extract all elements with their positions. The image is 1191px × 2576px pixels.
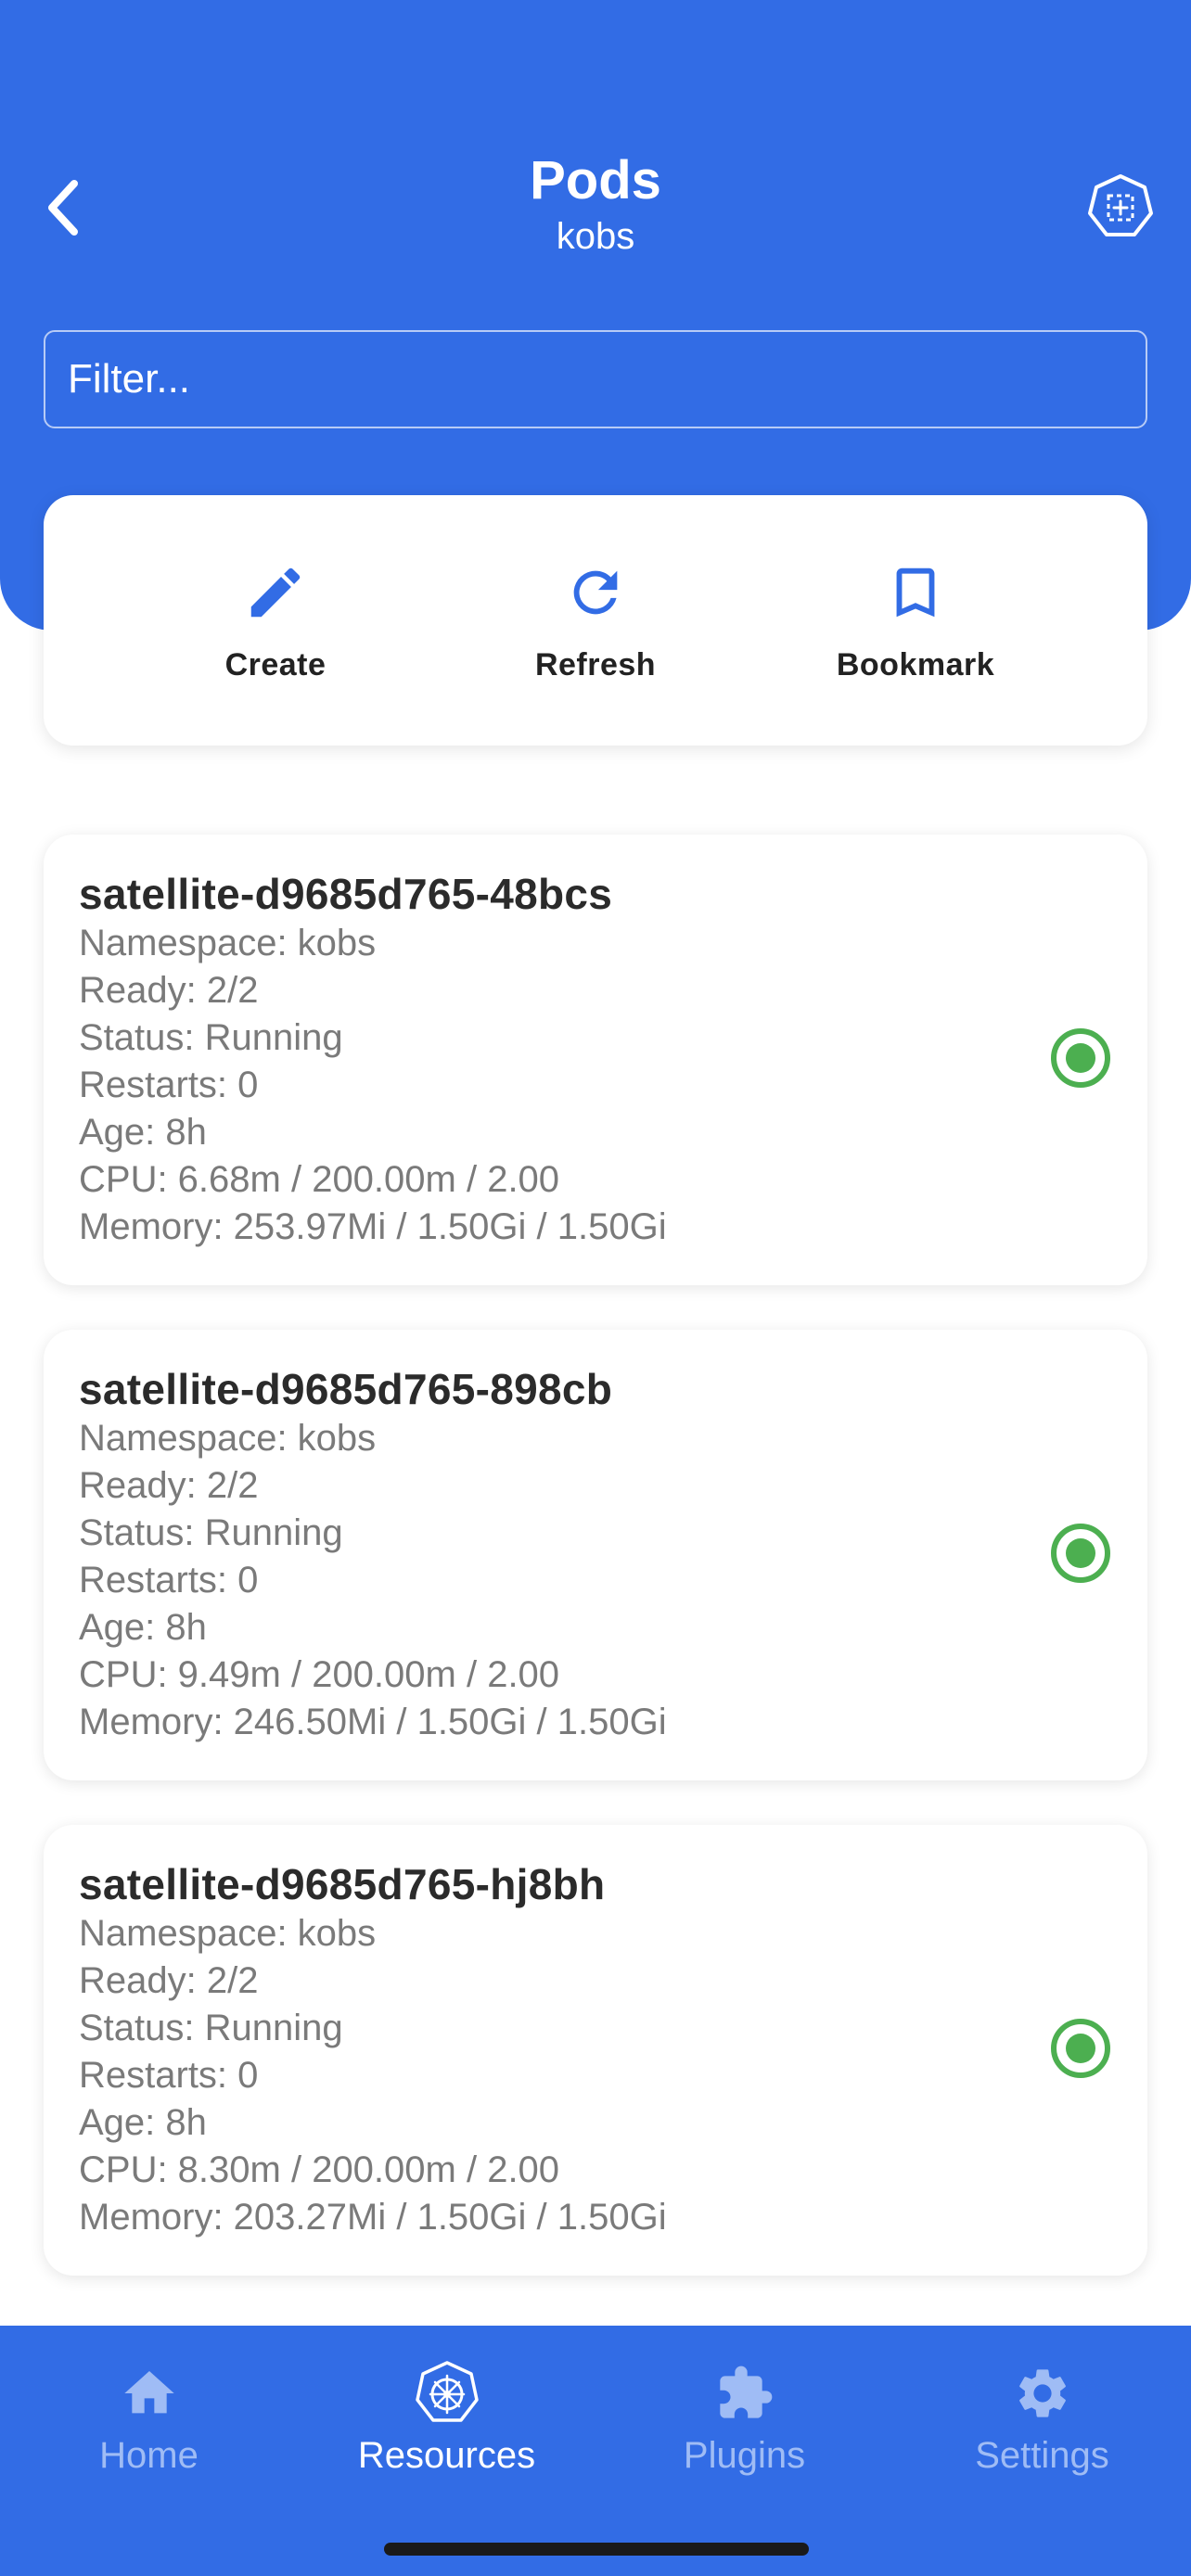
- tab-resources[interactable]: Resources: [298, 2326, 596, 2576]
- pod-namespace: Namespace: kobs: [79, 923, 377, 963]
- refresh-icon: [573, 570, 618, 615]
- pod-age: Age: 8h: [79, 1607, 207, 1648]
- tab-plugins-label: Plugins: [683, 2435, 806, 2476]
- pod-ready: Ready: 2/2: [79, 1960, 259, 2001]
- pod-status: Status: Running: [79, 2008, 343, 2048]
- pod-age: Age: 8h: [79, 1112, 207, 1153]
- tab-home-label: Home: [99, 2435, 198, 2476]
- actions-card: Create Refresh Bookmark: [44, 495, 1147, 746]
- tab-plugins[interactable]: Plugins: [596, 2326, 893, 2576]
- pod-status: Status: Running: [79, 1017, 343, 1058]
- puzzle-icon: [719, 2366, 772, 2418]
- pod-restarts: Restarts: 0: [79, 1065, 259, 1105]
- pod-restarts: Restarts: 0: [79, 2055, 259, 2096]
- home-indicator[interactable]: [384, 2543, 809, 2556]
- pod-memory: Memory: 253.97Mi / 1.50Gi / 1.50Gi: [79, 1206, 667, 1247]
- tab-settings-label: Settings: [975, 2435, 1109, 2476]
- page-subtitle: kobs: [556, 216, 635, 257]
- create-label: Create: [224, 647, 327, 682]
- pod-card[interactable]: satellite-d9685d765-898cb Namespace: kob…: [44, 1330, 1147, 1780]
- header-title-block: Pods kobs: [0, 148, 1191, 260]
- pod-cpu: CPU: 9.49m / 200.00m / 2.00: [79, 1654, 560, 1695]
- pod-restarts: Restarts: 0: [79, 1560, 259, 1600]
- status-indicator-icon: [1051, 1524, 1110, 1583]
- pod-age: Age: 8h: [79, 2102, 207, 2143]
- tab-settings[interactable]: Settings: [893, 2326, 1191, 2576]
- pod-card[interactable]: satellite-d9685d765-48bcs Namespace: kob…: [44, 835, 1147, 1285]
- pod-namespace: Namespace: kobs: [79, 1418, 377, 1459]
- create-button[interactable]: Create: [116, 495, 436, 746]
- pod-cpu: CPU: 8.30m / 200.00m / 2.00: [79, 2149, 560, 2190]
- refresh-label: Refresh: [534, 647, 657, 682]
- bookmark-icon: [896, 567, 935, 618]
- status-indicator-icon: [1051, 2019, 1110, 2078]
- filter-input[interactable]: [44, 330, 1147, 428]
- refresh-button[interactable]: Refresh: [436, 495, 756, 746]
- kubernetes-helm-icon: [415, 2361, 479, 2422]
- page-title: Pods: [530, 150, 661, 210]
- pod-name: satellite-d9685d765-48bcs: [79, 870, 613, 918]
- pod-ready: Ready: 2/2: [79, 1465, 259, 1506]
- tab-bar: Home Resources Plugins Settings: [0, 2326, 1191, 2576]
- kubernetes-pod-icon: [1088, 174, 1153, 236]
- home-icon: [123, 2371, 174, 2414]
- pod-namespace: Namespace: kobs: [79, 1913, 377, 1954]
- gear-icon: [1018, 2369, 1066, 2417]
- status-indicator-icon: [1051, 1028, 1110, 1088]
- tab-home[interactable]: Home: [0, 2326, 298, 2576]
- pod-card[interactable]: satellite-d9685d765-hj8bh Namespace: kob…: [44, 1825, 1147, 2276]
- pod-name: satellite-d9685d765-898cb: [79, 1365, 613, 1413]
- resource-details-button[interactable]: [1083, 171, 1158, 245]
- pod-memory: Memory: 246.50Mi / 1.50Gi / 1.50Gi: [79, 1702, 667, 1742]
- bookmark-button[interactable]: Bookmark: [756, 495, 1076, 746]
- pod-status: Status: Running: [79, 1512, 343, 1553]
- pod-name: satellite-d9685d765-hj8bh: [79, 1860, 606, 1908]
- pencil-icon: [250, 567, 301, 618]
- tab-resources-label: Resources: [357, 2435, 536, 2476]
- bookmark-label: Bookmark: [836, 647, 995, 682]
- pod-memory: Memory: 203.27Mi / 1.50Gi / 1.50Gi: [79, 2197, 667, 2238]
- pod-ready: Ready: 2/2: [79, 970, 259, 1011]
- pod-cpu: CPU: 6.68m / 200.00m / 2.00: [79, 1159, 560, 1200]
